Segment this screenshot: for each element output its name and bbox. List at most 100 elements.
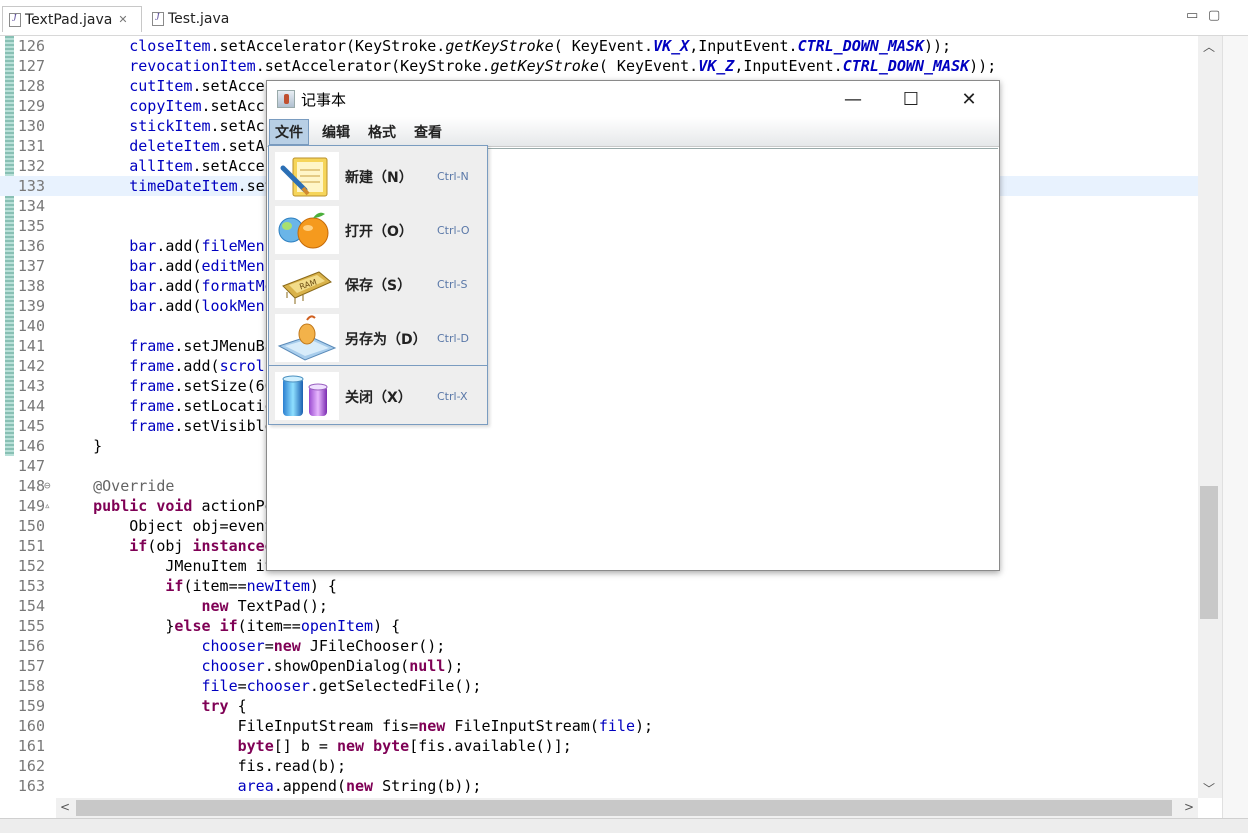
vertical-scroll-thumb[interactable] [1200,486,1218,619]
code-text: try { [201,697,247,715]
code-line[interactable]: 153 if(item==newItem) { [0,576,1198,596]
menu-item-label: 保存（S） [345,278,412,294]
code-text: fis.read(b); [57,757,346,775]
close-tab-icon[interactable]: ✕ [118,13,127,26]
line-number: 148 [17,477,45,495]
code-text: revocationItem.setAccelerator(KeyStroke.… [129,57,997,75]
java-file-icon [9,12,21,27]
code-text: timeDateItem.set [129,177,274,195]
tab-label: TextPad.java [25,11,113,28]
code-line[interactable]: 127 revocationItem.setAccelerator(KeyStr… [0,56,1198,76]
line-number: 126 [17,37,45,55]
menu-edit[interactable]: 编辑 [317,119,355,145]
menu-item-label: 打开（O） [345,224,413,240]
fold-icon[interactable]: ⊖ [44,476,51,496]
maximize-view-icon[interactable]: ▢ [1208,8,1220,23]
code-text: cutItem.setAcce [129,77,265,95]
line-number: 138 [17,277,45,295]
tab-label: Test.java [168,11,230,27]
maximize-button[interactable]: ☐ [891,85,931,113]
code-text: bar.add(editMenu [129,257,274,275]
code-text: @Override [93,477,175,495]
code-text: closeItem.setAccelerator(KeyStroke.getKe… [129,37,952,55]
scroll-right-icon[interactable]: > [1184,800,1194,814]
line-number: 160 [17,717,45,735]
line-number: 150 [17,517,45,535]
code-line[interactable]: 158 file=chooser.getSelectedFile(); [0,676,1198,696]
code-line[interactable]: 163 area.append(new String(b)); [0,776,1198,796]
menu-item-accelerator: Ctrl-N [437,170,469,183]
line-number: 161 [17,737,45,755]
menu-view[interactable]: 查看 [409,119,447,145]
line-number: 139 [17,297,45,315]
line-number: 130 [17,117,45,135]
code-line[interactable]: 161 byte[] b = new byte[fis.available()]… [0,736,1198,756]
java-app-icon [277,90,295,108]
code-line[interactable]: 157 chooser.showOpenDialog(null); [0,656,1198,676]
code-line[interactable]: 162 fis.read(b); [0,756,1198,776]
notepad-title-bar[interactable]: 记事本 — ☐ ✕ [267,81,999,117]
line-number: 141 [17,337,45,355]
java-file-icon [152,12,164,26]
menu-item-label: 新建（N） [345,170,413,186]
horizontal-scrollbar[interactable]: < > [56,798,1198,818]
save-as-icon [275,314,339,362]
code-text: stickItem.setAc [129,117,265,135]
menu-item-accelerator: Ctrl-S [437,278,468,291]
code-line[interactable]: 155 }else if(item==openItem) { [0,616,1198,636]
line-number: 128 [17,77,45,95]
line-number: 157 [17,657,45,675]
code-line[interactable]: 160 FileInputStream fis=new FileInputStr… [0,716,1198,736]
code-text: chooser.showOpenDialog(null); [201,657,464,675]
code-text: frame.setSize(60 [129,377,274,395]
line-number: 134 [17,197,45,215]
menu-item-accelerator: Ctrl-D [437,332,470,345]
close-button[interactable]: ✕ [949,85,989,113]
line-number: 158 [17,677,45,695]
menu-file[interactable]: 文件 [269,119,309,145]
menu-item-save-as[interactable]: 另存为（D） Ctrl-D [269,311,487,365]
line-number: 142 [17,357,45,375]
code-text: bar.add(formatMe [129,277,274,295]
override-marker-icon[interactable]: ▵ [44,496,51,516]
menu-item-close[interactable]: 关闭（X） Ctrl-X [269,369,487,423]
code-line[interactable]: 154 new TextPad(); [0,596,1198,616]
code-text: allItem.setAcce [129,157,265,175]
line-number: 155 [17,617,45,635]
menu-item-open[interactable]: 打开（O） Ctrl-O [269,203,487,257]
code-text: bar.add(lookMenu [129,297,274,315]
code-text: public void actionPe [93,497,274,515]
code-text: byte[] b = new byte[fis.available()]; [237,737,572,755]
line-number: 137 [17,257,45,275]
line-number: 152 [17,557,45,575]
status-strip [0,818,1248,833]
menu-format[interactable]: 格式 [363,119,401,145]
scroll-left-icon[interactable]: < [60,800,70,814]
line-number: 151 [17,537,45,555]
code-text: area.append(new String(b)); [237,777,482,795]
vertical-scrollbar[interactable]: ︿ ﹀ [1198,36,1222,798]
code-text: FileInputStream fis=new FileInputStream(… [57,717,654,735]
minimize-button[interactable]: — [833,85,873,113]
tab-textpad-java[interactable]: TextPad.java ✕ [2,6,142,32]
tab-test-java[interactable]: Test.java [146,6,246,32]
minimize-view-icon[interactable]: ▭ [1186,8,1198,23]
menu-item-new[interactable]: 新建（N） Ctrl-N [269,149,487,203]
code-line[interactable]: 156 chooser=new JFileChooser(); [0,636,1198,656]
horizontal-scroll-thumb[interactable] [76,800,1172,816]
scroll-down-icon[interactable]: ﹀ [1203,780,1215,797]
code-line[interactable]: 126 closeItem.setAccelerator(KeyStroke.g… [0,36,1198,56]
code-text: new TextPad(); [201,597,328,615]
line-number: 159 [17,697,45,715]
scroll-up-icon[interactable]: ︿ [1203,38,1215,55]
code-text: deleteItem.setA [129,137,265,155]
menu-item-save[interactable]: RAM 保存（S） Ctrl-S [269,257,487,311]
line-number: 131 [17,137,45,155]
code-text: frame.setVisible [129,417,274,435]
code-text: if(item==newItem) { [165,577,337,595]
code-line[interactable]: 159 try { [0,696,1198,716]
line-number: 127 [17,57,45,75]
code-text: frame.setLocatio [129,397,274,415]
line-number: 132 [17,157,45,175]
line-number: 143 [17,377,45,395]
